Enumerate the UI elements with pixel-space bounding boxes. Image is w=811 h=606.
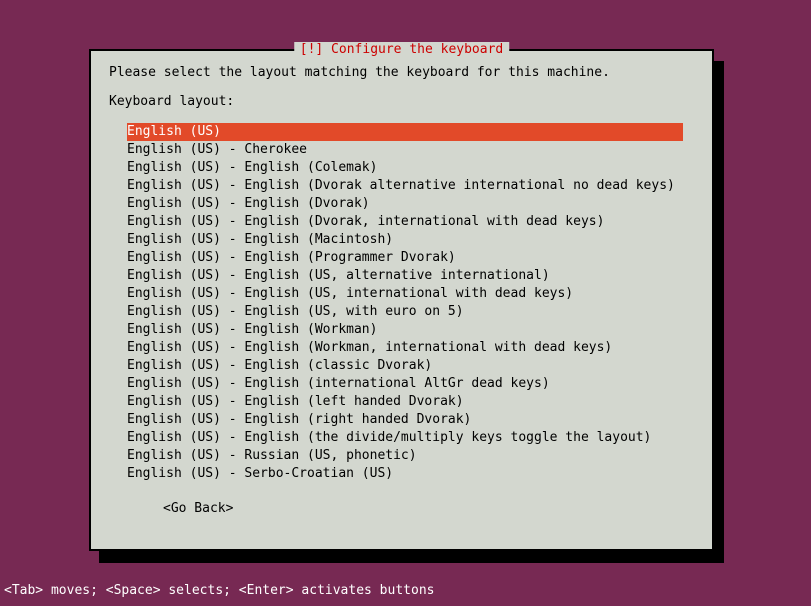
configure-keyboard-dialog: [!] Configure the keyboard Please select… bbox=[89, 49, 714, 551]
list-item[interactable]: English (US) - English (US, alternative … bbox=[127, 267, 694, 285]
list-item[interactable]: English (US) - Serbo-Croatian (US) bbox=[127, 465, 694, 483]
dialog-title: [!] Configure the keyboard bbox=[294, 42, 510, 57]
prompt-text: Please select the layout matching the ke… bbox=[109, 65, 694, 80]
list-item[interactable]: English (US) bbox=[127, 123, 683, 141]
list-item[interactable]: English (US) - English (left handed Dvor… bbox=[127, 393, 694, 411]
list-item[interactable]: English (US) - English (classic Dvorak) bbox=[127, 357, 694, 375]
list-item-label: English (US) - English (Programmer Dvora… bbox=[127, 250, 456, 265]
list-item[interactable]: English (US) - English (Workman) bbox=[127, 321, 694, 339]
list-item-label: English (US) - English (the divide/multi… bbox=[127, 430, 651, 445]
list-item[interactable]: English (US) - English (Dvorak) bbox=[127, 195, 694, 213]
list-item[interactable]: English (US) - English (US, with euro on… bbox=[127, 303, 694, 321]
dialog-content: Please select the layout matching the ke… bbox=[91, 51, 712, 526]
list-item-label: English (US) - English (left handed Dvor… bbox=[127, 394, 464, 409]
list-item-label: English (US) - English (Workman, interna… bbox=[127, 340, 612, 355]
list-item[interactable]: English (US) - English (Dvorak alternati… bbox=[127, 177, 694, 195]
keyboard-layout-label: Keyboard layout: bbox=[109, 94, 694, 109]
list-item[interactable]: English (US) - Cherokee bbox=[127, 141, 694, 159]
list-item[interactable]: English (US) - Russian (US, phonetic) bbox=[127, 447, 694, 465]
go-back-button[interactable]: <Go Back> bbox=[163, 501, 694, 516]
list-item[interactable]: English (US) - English (Dvorak, internat… bbox=[127, 213, 694, 231]
list-item-label: English (US) - Cherokee bbox=[127, 142, 307, 157]
list-item-label: English (US) - English (Workman) bbox=[127, 322, 377, 337]
list-item-label: English (US) - English (classic Dvorak) bbox=[127, 358, 432, 373]
list-item[interactable]: English (US) - English (Colemak) bbox=[127, 159, 694, 177]
list-item-label: English (US) - English (Dvorak alternati… bbox=[127, 178, 675, 193]
list-item[interactable]: English (US) - English (international Al… bbox=[127, 375, 694, 393]
list-item-label: English (US) - English (Colemak) bbox=[127, 160, 377, 175]
list-item[interactable]: English (US) - English (the divide/multi… bbox=[127, 429, 694, 447]
list-item-label: English (US) - Serbo-Croatian (US) bbox=[127, 466, 393, 481]
list-item[interactable]: English (US) - English (Workman, interna… bbox=[127, 339, 694, 357]
list-item-label: English (US) - English (US, internationa… bbox=[127, 286, 573, 301]
footer-hint: <Tab> moves; <Space> selects; <Enter> ac… bbox=[4, 583, 434, 598]
list-item-label: English (US) - English (right handed Dvo… bbox=[127, 412, 471, 427]
list-item[interactable]: English (US) - English (US, internationa… bbox=[127, 285, 694, 303]
keyboard-layout-list[interactable]: English (US) English (US) - Cherokee Engli… bbox=[127, 123, 694, 483]
list-item-label: English (US) - English (US, with euro on… bbox=[127, 304, 464, 319]
list-item-label: English (US) - Russian (US, phonetic) bbox=[127, 448, 417, 463]
list-item[interactable]: English (US) - English (Macintosh) bbox=[127, 231, 694, 249]
list-item[interactable]: English (US) - English (right handed Dvo… bbox=[127, 411, 694, 429]
list-item-label: English (US) - English (Macintosh) bbox=[127, 232, 393, 247]
list-item-label: English (US) bbox=[127, 124, 221, 139]
list-item-label: English (US) - English (US, alternative … bbox=[127, 268, 550, 283]
list-item-label: English (US) - English (Dvorak) bbox=[127, 196, 370, 211]
list-item[interactable]: English (US) - English (Programmer Dvora… bbox=[127, 249, 694, 267]
list-item-label: English (US) - English (Dvorak, internat… bbox=[127, 214, 604, 229]
list-item-label: English (US) - English (international Al… bbox=[127, 376, 550, 391]
